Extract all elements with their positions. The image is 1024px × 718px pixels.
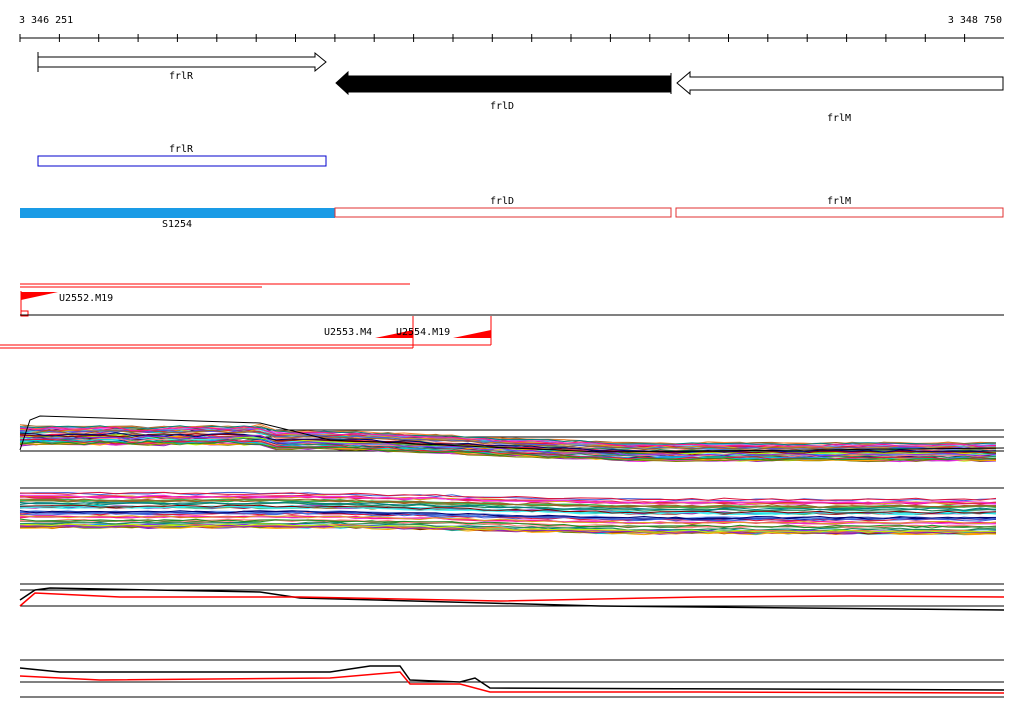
gene-track: frlR frlD frlM <box>37 51 1004 124</box>
gene-arrow-frlM[interactable] <box>676 70 1004 96</box>
genome-browser-viewer: 3 346 251 3 348 750 frlR frlD frlM frlR … <box>0 0 1024 714</box>
feature-label-U2554: U2554.M19 <box>396 327 450 338</box>
ruler-end-label: 3 348 750 <box>948 15 1002 26</box>
feature-label-U2552: U2552.M19 <box>59 293 113 304</box>
gene-arrow-frlR[interactable] <box>37 51 327 73</box>
transcript-label-frlR: frlR <box>169 144 194 155</box>
ruler-start-label: 3 346 251 <box>19 15 73 26</box>
segment-box-frlD[interactable] <box>334 207 672 218</box>
gene-label-frlM: frlM <box>827 113 851 124</box>
segment-box-frlM[interactable] <box>675 207 1004 218</box>
segment-track: S1254 frlD frlM <box>20 196 1004 230</box>
expression-curve <box>19 587 1005 611</box>
segment-label-frlM: frlM <box>827 196 851 207</box>
transcript-track: frlR <box>37 144 327 167</box>
expression-curve <box>19 665 1005 691</box>
expression-profile-panel <box>19 659 1005 698</box>
gene-arrow-frlD[interactable] <box>335 70 672 96</box>
expression-profile-panel <box>19 583 1005 611</box>
feature-track: U2552.M19 U2553.M4 U2554.M19 <box>0 283 1004 349</box>
expression-profile-panel <box>19 415 1005 463</box>
segment-label-frlD: frlD <box>490 196 514 207</box>
transcript-box-frlR[interactable] <box>37 155 327 167</box>
coordinate-ruler: 3 346 251 3 348 750 <box>19 15 1004 42</box>
genome-track-canvas: 3 346 251 3 348 750 frlR frlD frlM frlR … <box>0 15 1005 698</box>
expression-profile-panel <box>19 487 1004 536</box>
feature-marker-U2554[interactable] <box>453 330 491 338</box>
gene-label-frlR: frlR <box>169 71 194 82</box>
segment-label-S1254: S1254 <box>162 219 192 230</box>
feature-marker-U2552[interactable] <box>21 292 58 300</box>
segment-box-S1254[interactable] <box>20 208 335 218</box>
feature-label-U2553: U2553.M4 <box>324 327 372 338</box>
gene-label-frlD: frlD <box>490 101 514 112</box>
